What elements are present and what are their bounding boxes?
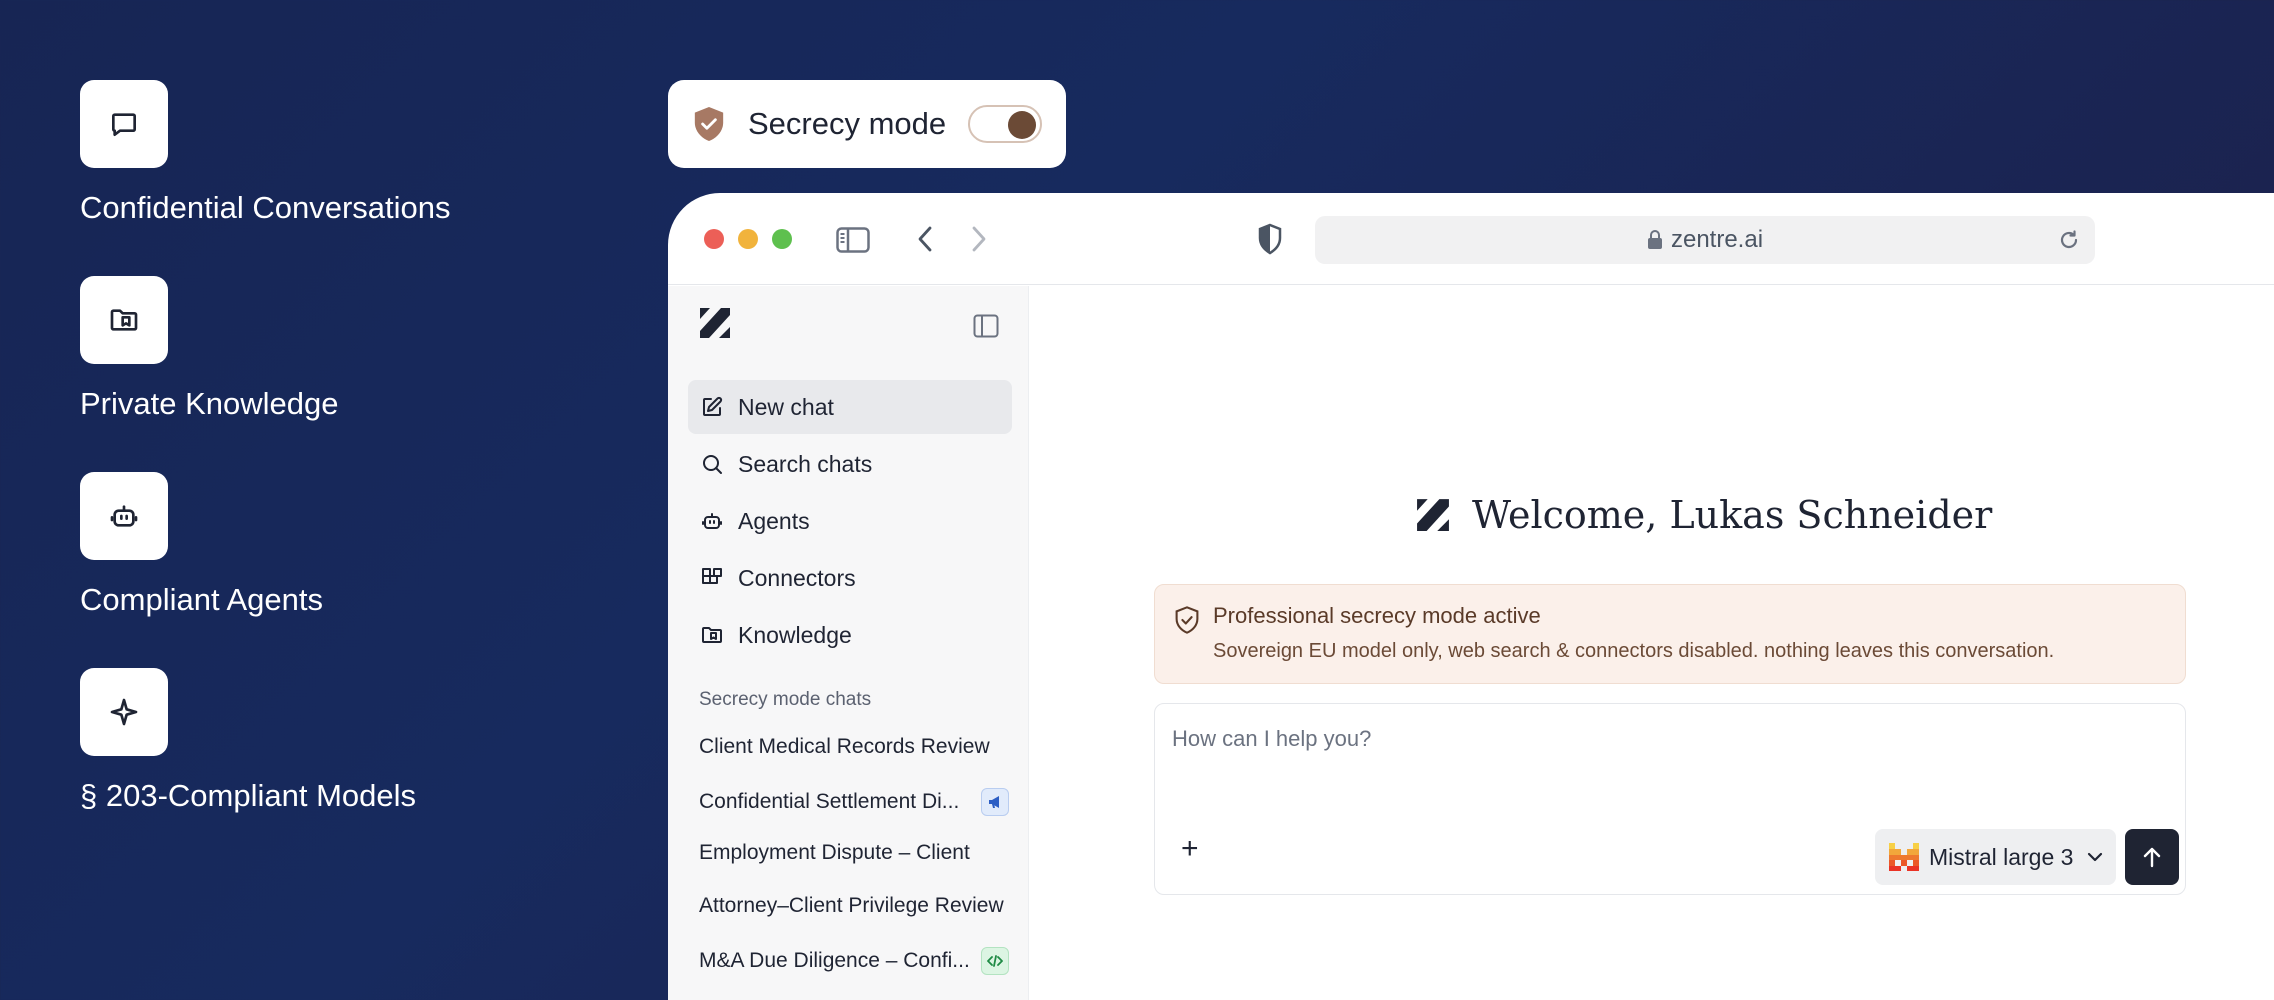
- secrecy-mode-toggle[interactable]: [968, 105, 1042, 143]
- welcome-text: Welcome, Lukas Schneider: [1472, 493, 1993, 537]
- message-composer: How can I help you? + Mistral large 3: [1154, 703, 2186, 895]
- browser-window: zentre.ai New chat Search chats Agents C…: [668, 193, 2274, 1000]
- add-attachment-button[interactable]: +: [1181, 834, 1199, 864]
- chat-list-item[interactable]: Confidential Settlement Di...: [699, 788, 1009, 816]
- chat-list-item[interactable]: Attorney–Client Privilege Review: [699, 894, 1009, 918]
- search-icon: [703, 455, 722, 474]
- secrecy-chats-heading: Secrecy mode chats: [699, 689, 872, 710]
- chat-list-item[interactable]: Employment Dispute – Client: [699, 841, 1009, 865]
- feature-confidential-conversations: Confidential Conversations: [80, 80, 451, 226]
- nav-label: Knowledge: [738, 621, 852, 648]
- model-name: Mistral large 3: [1929, 843, 2074, 870]
- shield-check-icon: [694, 107, 724, 141]
- reload-icon[interactable]: [2057, 228, 2081, 252]
- app-logo-icon: [700, 308, 730, 338]
- nav-label: Connectors: [738, 564, 856, 591]
- robot-icon: [110, 505, 138, 527]
- edit-icon: [703, 396, 723, 416]
- collapse-sidebar-icon[interactable]: [973, 314, 999, 338]
- chat-title: Attorney–Client Privilege Review: [699, 894, 1004, 917]
- app-sidebar: New chat Search chats Agents Connectors …: [668, 286, 1029, 1000]
- message-input[interactable]: How can I help you?: [1172, 726, 1371, 752]
- feature-tile: [80, 668, 168, 756]
- nav-new-chat[interactable]: New chat: [688, 380, 1012, 434]
- feature-private-knowledge: Private Knowledge: [80, 276, 339, 422]
- send-button[interactable]: [2125, 829, 2179, 885]
- chevron-down-icon: [2088, 852, 2103, 862]
- chat-title: Client Medical Records Review: [699, 735, 990, 758]
- nav-label: New chat: [738, 393, 834, 420]
- knowledge-folder-icon: [110, 309, 138, 331]
- chat-list-item[interactable]: Client Medical Records Review: [699, 735, 1009, 759]
- feature-label: Compliant Agents: [80, 582, 323, 617]
- feature-tile: [80, 80, 168, 168]
- robot-icon: [702, 513, 722, 529]
- forward-arrow-icon[interactable]: [970, 225, 988, 253]
- knowledge-folder-icon: [702, 627, 722, 643]
- browser-titlebar: zentre.ai: [668, 193, 2274, 285]
- feature-tile: [80, 276, 168, 364]
- chat-title: Employment Dispute – Client: [699, 841, 970, 864]
- back-arrow-icon[interactable]: [916, 225, 934, 253]
- mistral-logo-icon: [1889, 843, 1919, 871]
- chat-bubble-icon: [112, 113, 136, 136]
- secrecy-notice: Professional secrecy mode active Soverei…: [1154, 584, 2186, 684]
- feature-tile: [80, 472, 168, 560]
- nav-knowledge[interactable]: Knowledge: [688, 608, 1012, 662]
- sparkle-icon: [110, 698, 138, 726]
- chat-title: Confidential Settlement Di...: [699, 790, 960, 813]
- megaphone-icon: [981, 788, 1009, 816]
- app-logo-icon: [1417, 499, 1449, 531]
- maximize-window-button[interactable]: [772, 229, 792, 249]
- close-window-button[interactable]: [704, 229, 724, 249]
- feature-compliant-models: § 203-Compliant Models: [80, 668, 416, 814]
- feature-label: Private Knowledge: [80, 386, 339, 421]
- nav-label: Search chats: [738, 450, 873, 477]
- welcome-heading: Welcome, Lukas Schneider: [1416, 493, 1992, 537]
- chat-list-item[interactable]: M&A Due Diligence – Confi...: [699, 947, 1009, 975]
- feature-label: Confidential Conversations: [80, 190, 451, 225]
- address-bar[interactable]: zentre.ai: [1315, 216, 2095, 264]
- connectors-icon: [702, 568, 722, 584]
- toggle-knob: [1008, 111, 1036, 139]
- secrecy-mode-card: Secrecy mode: [668, 80, 1066, 168]
- sidebar-toggle-icon[interactable]: [836, 227, 870, 253]
- secrecy-mode-label: Secrecy mode: [748, 106, 947, 141]
- nav-agents[interactable]: Agents: [688, 494, 1012, 548]
- feature-compliant-agents: Compliant Agents: [80, 472, 323, 618]
- nav-label: Agents: [738, 507, 810, 534]
- arrow-up-icon: [2143, 847, 2161, 868]
- minimize-window-button[interactable]: [738, 229, 758, 249]
- lock-icon: [1647, 230, 1662, 249]
- url-text: zentre.ai: [1670, 226, 1764, 253]
- chat-title: M&A Due Diligence – Confi...: [699, 949, 970, 972]
- privacy-shield-icon[interactable]: [1257, 223, 1283, 255]
- nav-connectors[interactable]: Connectors: [688, 551, 1012, 605]
- shield-check-icon: [1175, 606, 1199, 634]
- notice-title: Professional secrecy mode active: [1213, 603, 1541, 628]
- code-icon: [981, 947, 1009, 975]
- model-selector[interactable]: Mistral large 3: [1875, 829, 2116, 885]
- notice-body: Sovereign EU model only, web search & co…: [1213, 640, 2055, 662]
- nav-search-chats[interactable]: Search chats: [688, 437, 1012, 491]
- feature-label: § 203-Compliant Models: [80, 778, 417, 813]
